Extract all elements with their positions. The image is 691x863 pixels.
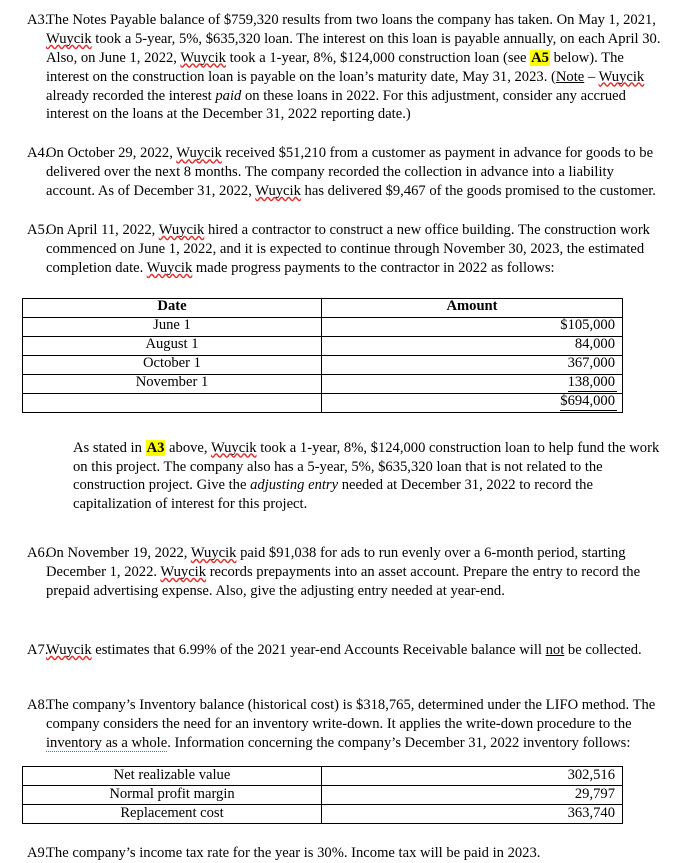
item-a7: A7. Wuycik estimates that 6.99% of the 2… [0, 641, 691, 660]
spacer-after-payments-table [0, 413, 691, 439]
cell-amount-value: $105,000 [560, 317, 615, 334]
text-run-spell: Wuycik [176, 145, 222, 162]
cell-inventory-value: 363,740 [321, 804, 623, 825]
cell-inventory-value-text: 302,516 [567, 767, 615, 784]
cell-amount-value: 84,000 [574, 336, 615, 353]
item-a4: A4. On October 29, 2022, Wuycik received… [0, 144, 691, 201]
cell-amount: $105,000 [321, 316, 623, 337]
item-a4-body: On October 29, 2022, Wuycik received $51… [46, 145, 656, 200]
item-a9-body: The company’s income tax rate for the ye… [46, 845, 541, 862]
text-run-italic: adjusting entry [250, 477, 339, 494]
item-a6-label: A6. [27, 545, 49, 562]
cell-total-label [22, 392, 322, 413]
text-run-highlight: A5 [530, 49, 550, 66]
document-page: A3. The Notes Payable balance of $759,32… [0, 0, 691, 861]
table-header-row: Date Amount [22, 297, 623, 318]
column-header-amount: Amount [321, 297, 623, 318]
item-a7-body: Wuycik estimates that 6.99% of the 2021 … [46, 641, 642, 658]
spacer-a4-a5 [0, 201, 691, 221]
cell-amount: 84,000 [321, 335, 623, 356]
table-row: November 1 138,000 [22, 373, 623, 394]
text-run-spell: Wuycik [598, 68, 645, 85]
text-run-highlight: A3 [145, 439, 166, 456]
text-run-spell: Wuycik [180, 49, 226, 66]
table-row: Net realizable value 302,516 [22, 766, 623, 787]
spacer-before-a9 [0, 824, 691, 844]
cell-inventory-value: 302,516 [321, 766, 623, 787]
spacer-a7-a8 [0, 660, 691, 696]
cell-date: November 1 [22, 373, 322, 394]
item-a8-body: The company’s Inventory balance (histori… [46, 696, 656, 753]
inventory-table: Net realizable value 302,516 Normal prof… [22, 766, 623, 825]
cell-inventory-label: Net realizable value [22, 766, 322, 787]
column-header-date: Date [22, 297, 322, 318]
item-a6: A6. On November 19, 2022, Wuycik paid $9… [0, 544, 691, 601]
item-a5: A5. On April 11, 2022, Wuycik hired a co… [0, 221, 691, 278]
cell-amount: 367,000 [321, 354, 623, 375]
item-a9-label: A9. [27, 845, 49, 862]
item-a7-label: A7. [27, 641, 49, 658]
progress-payments-table: Date Amount June 1 $105,000 August 1 84,… [22, 297, 623, 413]
item-a3: A3. The Notes Payable balance of $759,32… [0, 11, 691, 124]
item-a5-body: On April 11, 2022, Wuycik hired a contra… [46, 222, 650, 276]
item-a3-body: The Notes Payable balance of $759,320 re… [46, 12, 661, 123]
cell-amount-value: 138,000 [567, 373, 617, 392]
cell-amount-value: 367,000 [567, 355, 615, 372]
cell-date: August 1 [22, 335, 322, 356]
progress-payments-table-body: June 1 $105,000 August 1 84,000 October … [22, 316, 623, 413]
item-a5-label: A5. [27, 222, 49, 239]
text-run-spell: Wuycik [146, 259, 193, 276]
inventory-table-body: Net realizable value 302,516 Normal prof… [22, 766, 623, 825]
table-row: June 1 $105,000 [22, 316, 623, 337]
text-run-spell: Wuycik [158, 222, 205, 239]
cell-inventory-label: Normal profit margin [22, 785, 322, 806]
item-a3-label: A3. [27, 12, 49, 28]
spacer-before-a6 [0, 514, 691, 544]
item-a4-label: A4. [27, 145, 49, 162]
progress-payments-table-head: Date Amount [22, 297, 623, 318]
cell-inventory-value-text: 29,797 [574, 786, 615, 803]
item-a6-body: On November 19, 2022, Wuycik paid $91,03… [46, 545, 641, 600]
text-run-spell: Wuycik [255, 183, 301, 200]
table-row: October 1 367,000 [22, 354, 623, 375]
post-table-paragraph: As stated in A3 above, Wuycik took a 1-y… [73, 439, 660, 513]
cell-total-amount-value: $694,000 [560, 392, 617, 411]
text-run-spell: Wuycik [160, 564, 207, 581]
text-run-spell: Wuycik [46, 641, 92, 658]
cell-inventory-label: Replacement cost [22, 804, 322, 825]
text-run-underline: not [545, 641, 565, 658]
cell-date: October 1 [22, 354, 322, 375]
table-row: Replacement cost 363,740 [22, 804, 623, 825]
text-run-spell: Wuycik [210, 439, 257, 456]
spacer-a6-a7 [0, 601, 691, 641]
cell-inventory-value: 29,797 [321, 785, 623, 806]
item-a9: A9. The company’s income tax rate for th… [0, 844, 691, 863]
top-spacer [0, 0, 691, 11]
cell-amount: 138,000 [321, 373, 623, 394]
text-run-italic: paid [215, 87, 242, 104]
cell-total-amount: $694,000 [321, 392, 623, 413]
spacer-before-payments-table [0, 278, 691, 298]
text-run-spell: Wuycik [190, 545, 237, 562]
cell-date: June 1 [22, 316, 322, 337]
table-row: August 1 84,000 [22, 335, 623, 356]
cell-inventory-value-text: 363,740 [567, 805, 615, 822]
table-row: Normal profit margin 29,797 [22, 785, 623, 806]
item-a8-label: A8. [27, 696, 49, 713]
item-a8: A8. The company’s Inventory balance (his… [0, 696, 691, 753]
spacer-a3-a4 [0, 124, 691, 144]
text-run-underline: Note [555, 68, 585, 85]
text-run-spell: Wuycik [46, 30, 92, 47]
spacer-before-inventory-table [0, 752, 691, 766]
text-run-grammar: inventory as a whole [46, 734, 168, 753]
table-total-row: $694,000 [22, 392, 623, 413]
